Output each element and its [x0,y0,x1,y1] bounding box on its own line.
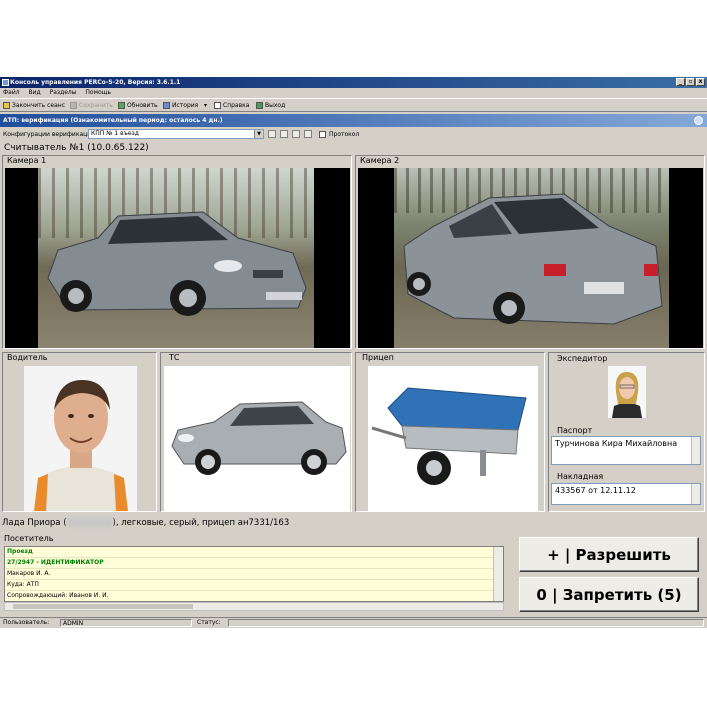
minimize-button[interactable]: _ [676,78,685,86]
trailer-panel: Прицеп [355,352,545,512]
forwarder-panel: Экспедитор Паспорт Турчинова Кира Михайл… [548,352,705,512]
camera-1-panel: Камера 1 [2,155,352,349]
module-title: АТП: верификация (Ознакомительный период… [3,117,223,124]
menu-bar: Файл Вид Разделы Помощь [0,88,707,98]
reader-title: Считыватель №1 (10.0.65.122) [4,143,149,153]
vehicle-description: Лада Приора (), легковые, серый, прицеп … [2,518,290,528]
menu-help[interactable]: Помощь [85,89,111,96]
end-session-icon [3,102,10,109]
config-new-icon[interactable] [268,130,276,138]
visitor-label: Посетитель [4,534,54,543]
config-edit-icon[interactable] [280,130,288,138]
save-button[interactable]: Сохранить [70,101,113,111]
driver-panel: Водитель [2,352,157,512]
title-bar: Консоль управления PERCo-S-20, Версия: 3… [0,77,707,88]
history-dropdown-arrow[interactable]: ▾ [204,101,207,111]
driver-photo [24,366,137,511]
scroll-thumb[interactable] [13,604,193,609]
visitor-row-identifier: 27/2947 - ИДЕНТИФИКАТОР [5,558,503,569]
chevron-down-icon: ▼ [254,130,263,138]
camera-1-image [5,168,350,348]
exit-icon [256,102,263,109]
camera-2-image [358,168,703,348]
waybill-scrollbar[interactable] [691,484,700,504]
menu-sections[interactable]: Разделы [50,89,77,96]
passport-value: Турчинова Кира Михайловна [555,439,678,448]
deny-button[interactable]: 0 | Запретить (5) [519,577,699,612]
camera-2-panel: Камера 2 [355,155,705,349]
config-copy-icon[interactable] [292,130,300,138]
config-select[interactable]: КПП № 1 въезд ▼ [88,129,264,139]
visitor-row-passage: Проезд [5,547,503,558]
menu-view[interactable]: Вид [29,89,41,96]
allow-button[interactable]: + | Разрешить [519,537,699,572]
config-delete-icon[interactable] [304,130,312,138]
close-button[interactable]: x [696,78,705,86]
passport-label: Паспорт [557,426,593,435]
status-label: Статус: [197,619,221,626]
module-title-bar: АТП: верификация (Ознакомительный период… [0,114,707,127]
status-value [228,619,704,627]
waybill-field[interactable]: 433567 от 12.11.12 [551,483,701,505]
visitor-vertical-scrollbar[interactable] [493,547,503,601]
protocol-label: Протокол [329,131,360,138]
config-label: Конфигурации верификации : [3,131,99,138]
waybill-label: Накладная [557,472,604,481]
end-session-button[interactable]: Закончить сеанс [3,101,65,111]
config-select-value: КПП № 1 въезд [91,130,139,137]
visitor-panel: Посетитель Проезд 27/2947 - ИДЕНТИФИКАТО… [2,533,510,617]
forwarder-photo [608,366,646,418]
visitor-row-escort: Сопровождающий: Иванов И. И. [5,591,503,601]
user-value: ADMIN [60,619,192,627]
menu-file[interactable]: Файл [3,89,20,96]
vehicle-panel: ТС [160,352,352,512]
help-icon [214,102,221,109]
camera-2-label: Камера 2 [360,156,400,165]
visitor-row-destination: Куда: АТП [5,580,503,591]
refresh-icon [118,102,125,109]
help-button[interactable]: Справка [214,101,249,111]
forwarder-portrait-graphic [612,372,642,418]
vehicle-label: ТС [169,353,180,362]
status-bar: Пользователь: ADMIN Статус: [0,617,707,628]
protocol-checkbox[interactable] [319,131,326,138]
config-row: Конфигурации верификации : КПП № 1 въезд… [0,128,707,141]
visitor-horizontal-scrollbar[interactable] [4,602,504,611]
visitor-list[interactable]: Проезд 27/2947 - ИДЕНТИФИКАТОР Макаров И… [4,546,504,602]
module-pin-icon[interactable] [694,116,703,125]
waybill-value: 433567 от 12.11.12 [555,486,636,495]
exit-button[interactable]: Выход [256,101,285,111]
trailer-label: Прицеп [362,353,394,362]
driver-portrait-graphic [34,380,128,511]
history-button[interactable]: История [163,101,198,111]
save-icon [70,102,77,109]
car-front-graphic [47,211,307,316]
visitor-row-name: Макаров И. А. [5,569,503,580]
driver-label: Водитель [7,353,48,362]
vehicle-side-graphic [171,401,347,475]
app-window: Консоль управления PERCo-S-20, Версия: 3… [0,77,707,628]
passport-scrollbar[interactable] [691,437,700,464]
passport-field[interactable]: Турчинова Кира Михайловна [551,436,701,465]
trailer-photo [368,366,538,511]
forwarder-label: Экспедитор [557,354,608,363]
trailer-graphic [371,387,527,485]
refresh-button[interactable]: Обновить [118,101,157,111]
window-title: Консоль управления PERCo-S-20, Версия: 3… [10,79,181,86]
user-label: Пользователь: [3,619,50,626]
maximize-button[interactable]: ▫ [686,78,695,86]
history-icon [163,102,170,109]
camera-1-label: Камера 1 [7,156,47,165]
license-plate-blurred [66,518,113,527]
toolbar: Закончить сеанс Сохранить Обновить Истор… [0,98,707,112]
car-rear-graphic [403,193,663,325]
app-icon [2,79,9,86]
vehicle-photo [164,366,350,511]
